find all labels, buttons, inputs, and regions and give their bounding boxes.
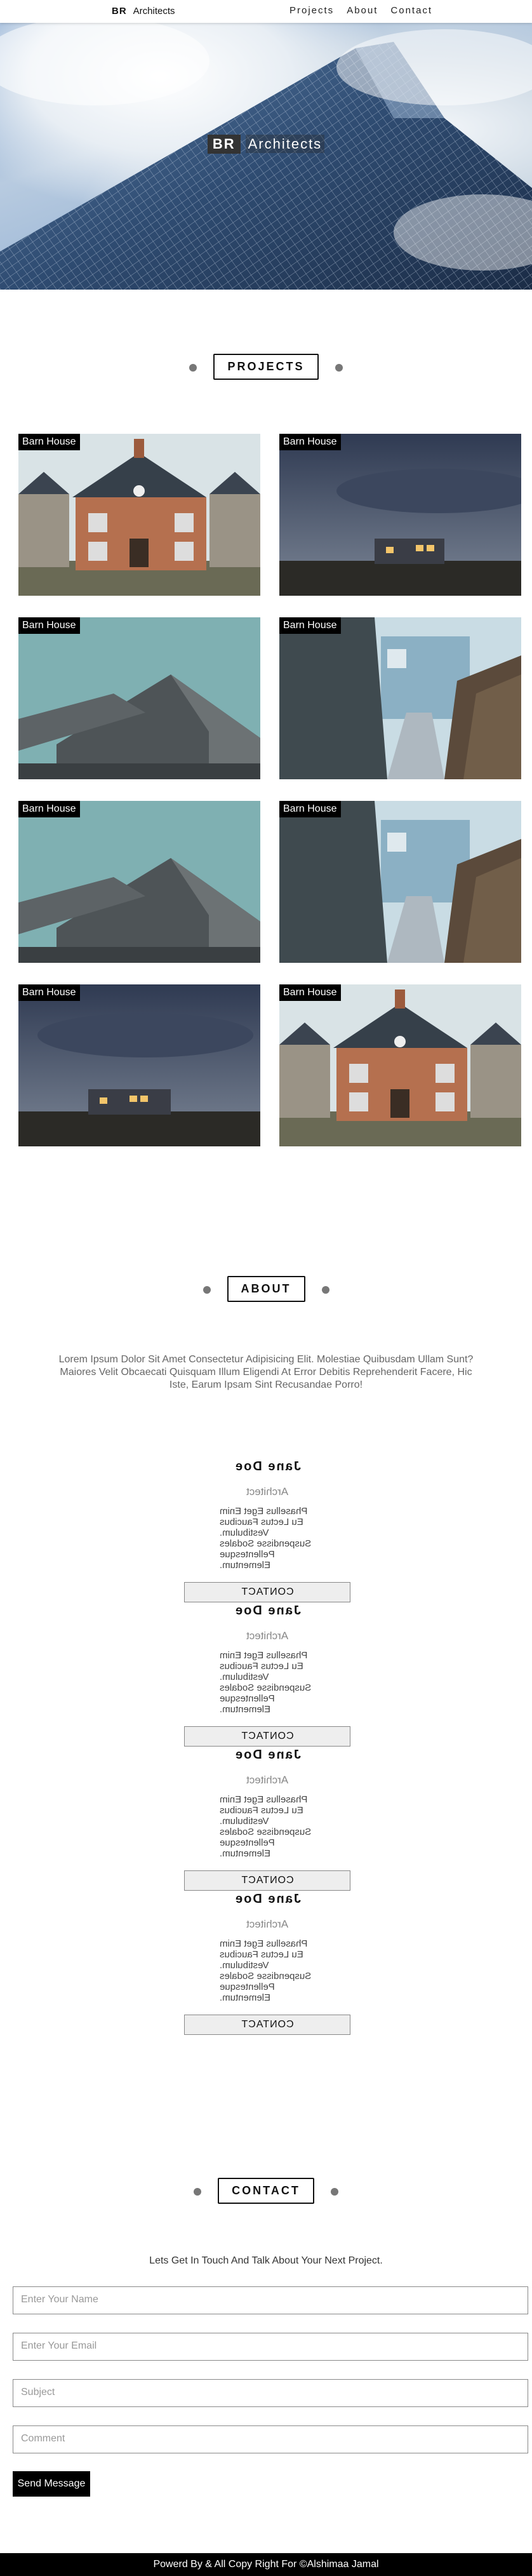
hero-skyscraper-image [0,23,532,290]
top-navbar: BR Architects Projects About Contact [0,0,532,23]
heading-dot-right [335,363,343,372]
team-member-desc: Phasellus Eget Enim Eu Lectus Faucibus V… [220,1506,312,1571]
send-message-button[interactable]: Send Message [13,2471,90,2497]
hero-title: BR Architects [0,135,532,154]
team-member-role: Architect [246,1630,289,1642]
project-card[interactable]: Barn House [18,434,260,596]
night-house-image [279,434,521,596]
project-label: Barn House [279,617,341,634]
about-description: Lorem Ipsum Dolor Sit Amet Consectetur A… [58,1354,474,1390]
brand-abbr: BR [112,6,127,17]
heading-dot-left [203,1285,211,1294]
night-house-image [18,984,260,1146]
project-card[interactable]: Barn House [18,984,260,1146]
subject-input[interactable]: Subject [13,2379,528,2407]
team-member-name: Jane Doe [234,1604,301,1618]
nav-links: Projects About Contact [289,5,432,16]
footer: Powerd By & All Copy Right For ©Alshimaa… [0,2553,532,2576]
project-card[interactable]: Barn House [18,617,260,779]
grey-barn-image [18,801,260,963]
contact-heading: CONTACT [0,2178,532,2204]
team-member-desc: Phasellus Eget Enim Eu Lectus Faucibus V… [220,1938,312,2003]
contact-button[interactable]: CONTACT [184,1582,350,1602]
grey-barn-image [18,617,260,779]
brand-name: Architects [133,6,175,17]
project-label: Barn House [279,801,341,817]
nav-link-contact[interactable]: Contact [390,5,432,16]
team-member-role: Architect [246,1486,289,1498]
about-heading-box: ABOUT [227,1276,305,1302]
contact-heading-box: CONTACT [218,2178,314,2204]
hero-banner: BR Architects [0,23,532,290]
project-label: Barn House [279,434,341,450]
hero-abbr: BR [207,135,241,154]
brick-house-image [18,434,260,596]
team-card: Jane Doe Architect Phasellus Eget Enim E… [184,1892,350,2035]
team-member-name: Jane Doe [234,1459,301,1473]
email-input[interactable]: Enter Your Email [13,2333,528,2361]
project-card[interactable]: Barn House [18,801,260,963]
brick-house-image [279,984,521,1146]
heading-dot-right [330,2187,338,2196]
project-label: Barn House [279,984,341,1001]
hero-name: Architects [245,135,325,153]
project-card[interactable]: Barn House [279,984,521,1146]
nav-link-projects[interactable]: Projects [289,5,334,16]
project-card[interactable]: Barn House [279,617,521,779]
comment-input[interactable]: Comment [13,2425,528,2453]
project-label: Barn House [18,434,80,450]
team-member-role: Architect [246,1774,289,1786]
blue-house-path-image [279,617,521,779]
team-member-name: Jane Doe [234,1892,301,1906]
nav-link-about[interactable]: About [347,5,378,16]
team-card: Jane Doe Architect Phasellus Eget Enim E… [184,1604,350,1747]
projects-heading-box: PROJECTS [213,354,319,380]
project-card[interactable]: Barn House [279,434,521,596]
projects-heading: PROJECTS [0,354,532,380]
brand-logo[interactable]: BR Architects [112,6,175,17]
project-card[interactable]: Barn House [279,801,521,963]
team-card: Jane Doe Architect Phasellus Eget Enim E… [184,1748,350,1891]
project-label: Barn House [18,801,80,817]
team-member-desc: Phasellus Eget Enim Eu Lectus Faucibus V… [220,1794,312,1859]
heading-dot-right [321,1285,329,1294]
contact-intro: Lets Get In Touch And Talk About Your Ne… [149,2255,383,2266]
about-heading: ABOUT [0,1276,532,1302]
blue-house-path-image [279,801,521,963]
team-member-role: Architect [246,1918,289,1930]
name-input[interactable]: Enter Your Name [13,2286,528,2314]
heading-dot-left [189,363,197,372]
contact-button[interactable]: CONTACT [184,1870,350,1891]
contact-button[interactable]: CONTACT [184,2015,350,2035]
team-member-name: Jane Doe [234,1748,301,1762]
team-member-desc: Phasellus Eget Enim Eu Lectus Faucibus V… [220,1650,312,1715]
heading-dot-left [194,2187,202,2196]
contact-button[interactable]: CONTACT [184,1726,350,1747]
project-label: Barn House [18,617,80,634]
team-card: Jane Doe Architect Phasellus Eget Enim E… [184,1459,350,1602]
project-label: Barn House [18,984,80,1001]
